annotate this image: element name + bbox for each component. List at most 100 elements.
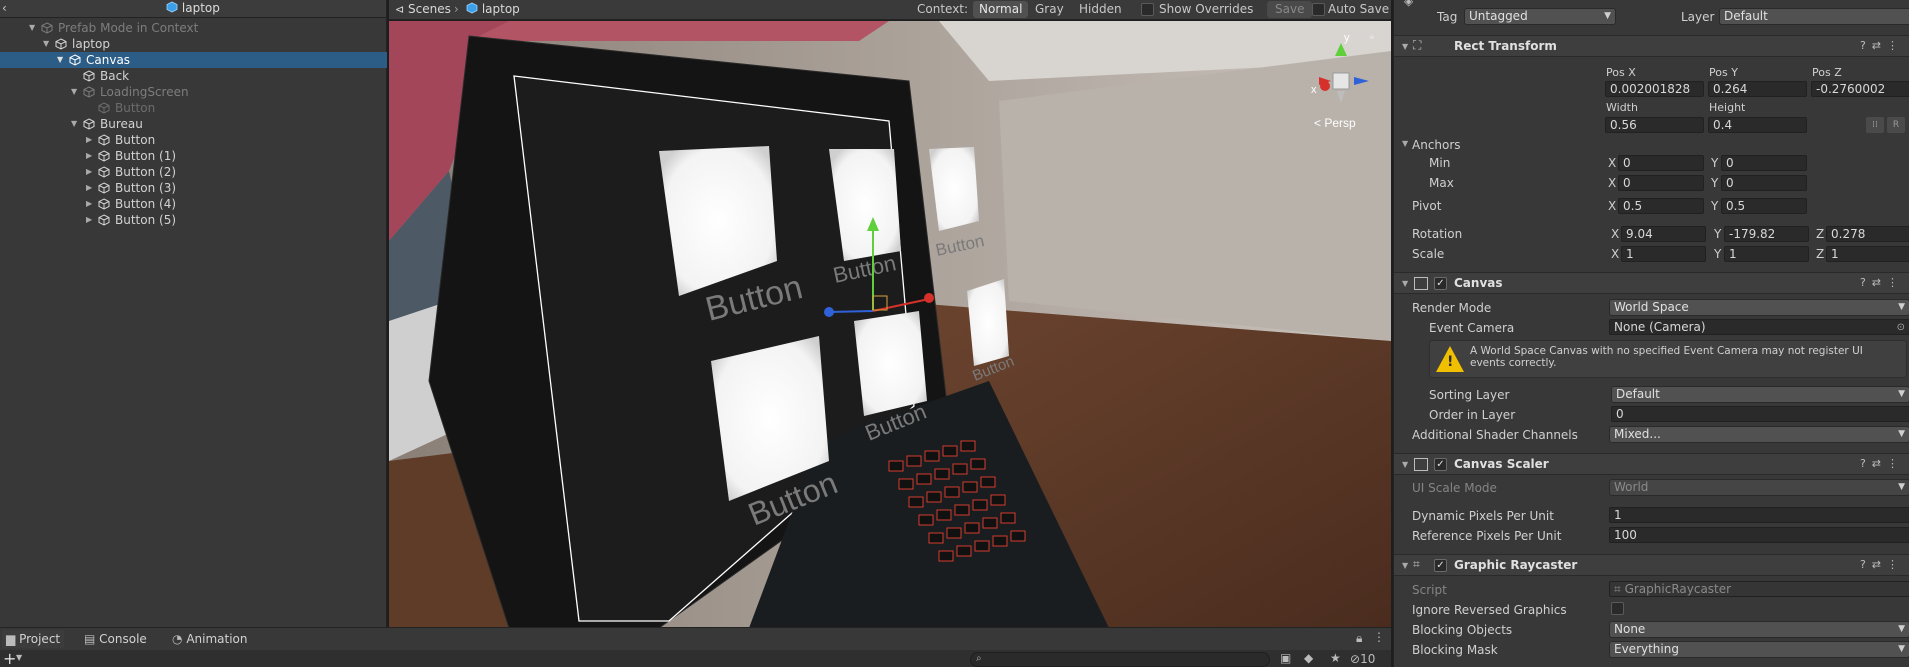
dynamic-pixels-field[interactable]: 1 bbox=[1609, 507, 1909, 523]
foldout-icon[interactable]: ▶ bbox=[86, 180, 92, 196]
ignore-reversed-checkbox[interactable] bbox=[1611, 602, 1624, 615]
reference-pixels-field[interactable]: 100 bbox=[1609, 527, 1909, 543]
tree-item-back[interactable]: Back bbox=[0, 68, 387, 84]
show-overrides-checkbox[interactable] bbox=[1141, 3, 1154, 16]
component-header-icons[interactable]: ?⇄⋮ bbox=[1860, 457, 1904, 470]
more-menu-icon[interactable]: ⋮ bbox=[1373, 630, 1385, 644]
foldout-icon[interactable]: ▼ bbox=[1402, 139, 1408, 148]
context-hidden-button[interactable]: Hidden bbox=[1079, 2, 1122, 16]
save-button[interactable]: Save bbox=[1267, 1, 1313, 18]
tab-animation[interactable]: ◔ Animation bbox=[172, 630, 248, 648]
scale-y-field[interactable]: 1 bbox=[1724, 246, 1809, 262]
favorite-star-icon[interactable]: ★ bbox=[1330, 651, 1341, 665]
tree-item-button-1[interactable]: ▶ Button (1) bbox=[0, 148, 387, 164]
foldout-icon[interactable]: ▼ bbox=[1402, 42, 1408, 51]
filter-label-icon[interactable]: ◆ bbox=[1304, 651, 1313, 665]
pos-z-field[interactable]: -0.2760002 bbox=[1811, 81, 1909, 97]
render-mode-dropdown[interactable]: World Space ▼ bbox=[1609, 299, 1909, 316]
scale-x-field[interactable]: 1 bbox=[1621, 246, 1706, 262]
foldout-icon[interactable]: ▼ bbox=[71, 84, 77, 100]
tree-item-button[interactable]: ▶ Button bbox=[0, 132, 387, 148]
order-in-layer-field[interactable]: 0 bbox=[1611, 406, 1909, 422]
foldout-icon[interactable]: ▼ bbox=[1402, 279, 1408, 288]
width-field[interactable]: 0.56 bbox=[1605, 117, 1704, 133]
tree-item-laptop[interactable]: ▼ laptop bbox=[0, 36, 387, 52]
order-in-layer-label: Order in Layer bbox=[1429, 408, 1516, 422]
rotation-z-field[interactable]: 0.278 bbox=[1826, 226, 1909, 242]
persp-label[interactable]: < Persp bbox=[1314, 116, 1356, 130]
lock-icon[interactable]: 🔒︎ bbox=[1369, 31, 1374, 42]
blocking-mask-dropdown[interactable]: Everything ▼ bbox=[1609, 641, 1909, 658]
auto-save-checkbox[interactable] bbox=[1312, 3, 1325, 16]
canvas-scaler-enabled-checkbox[interactable]: ✓ bbox=[1434, 458, 1447, 471]
graphic-raycaster-enabled-checkbox[interactable]: ✓ bbox=[1434, 559, 1447, 572]
context-normal-button[interactable]: Normal bbox=[973, 1, 1029, 18]
foldout-icon[interactable]: ▶ bbox=[86, 164, 92, 180]
foldout-icon[interactable]: ▶ bbox=[86, 212, 92, 228]
tree-item-bureau[interactable]: ▼ Bureau bbox=[0, 116, 387, 132]
pos-y-field[interactable]: 0.264 bbox=[1708, 81, 1807, 97]
scene-viewport[interactable]: Button Button Button Button Button Butto… bbox=[389, 21, 1391, 628]
foldout-icon[interactable]: ▶ bbox=[86, 148, 92, 164]
rotation-x-field[interactable]: 9.04 bbox=[1621, 226, 1706, 242]
foldout-icon[interactable]: ▼ bbox=[29, 20, 35, 36]
object-picker-icon[interactable]: ⊙ bbox=[1897, 320, 1905, 334]
pivot-x-field[interactable]: 0.5 bbox=[1618, 198, 1704, 214]
event-camera-field[interactable]: None (Camera) ⊙ bbox=[1609, 319, 1909, 335]
filter-type-icon[interactable]: ▣ bbox=[1280, 651, 1291, 665]
foldout-icon[interactable]: ▼ bbox=[1402, 460, 1408, 469]
tree-item-loading-button[interactable]: Button bbox=[0, 100, 387, 116]
pos-x-field[interactable]: 0.002001828 bbox=[1605, 81, 1704, 97]
anchor-min-y-field[interactable]: 0 bbox=[1721, 155, 1807, 171]
breadcrumb-prefab[interactable]: laptop bbox=[466, 2, 520, 16]
tree-item-loadingscreen[interactable]: ▼ LoadingScreen bbox=[0, 84, 387, 100]
height-field[interactable]: 0.4 bbox=[1708, 117, 1807, 133]
gameobject-icon: ◈ bbox=[1404, 0, 1414, 8]
ui-scale-mode-dropdown[interactable]: World ▼ bbox=[1609, 479, 1909, 496]
shader-channels-dropdown[interactable]: Mixed... ▼ bbox=[1609, 426, 1909, 443]
anchor-min-x-field[interactable]: 0 bbox=[1618, 155, 1704, 171]
tree-item-button-5[interactable]: ▶ Button (5) bbox=[0, 212, 387, 228]
component-header-icons[interactable]: ?⇄⋮ bbox=[1860, 39, 1904, 52]
canvas-header[interactable]: ▼ ✓ Canvas ?⇄⋮ bbox=[1394, 272, 1909, 294]
rect-transform-header[interactable]: ▼ ⛶ Rect Transform ?⇄⋮ bbox=[1394, 35, 1909, 57]
breadcrumb-scenes[interactable]: ⊲ Scenes bbox=[395, 2, 451, 16]
tag-dropdown[interactable]: Untagged ▼ bbox=[1464, 8, 1616, 25]
tree-item-canvas[interactable]: ▼ Canvas bbox=[0, 52, 387, 68]
canvas-enabled-checkbox[interactable]: ✓ bbox=[1434, 277, 1447, 290]
tree-item-prefab-mode[interactable]: ▼ Prefab Mode in Context bbox=[0, 20, 387, 36]
layer-dropdown[interactable]: Default bbox=[1719, 8, 1909, 25]
graphic-raycaster-header[interactable]: ▼ ⌗ ✓ Graphic Raycaster ?⇄⋮ bbox=[1394, 554, 1909, 576]
raw-edit-button[interactable]: R bbox=[1887, 117, 1905, 133]
blueprint-mode-button[interactable]: ⁞⁞ bbox=[1866, 117, 1884, 133]
canvas-scaler-header[interactable]: ▼ ✓ Canvas Scaler ?⇄⋮ bbox=[1394, 453, 1909, 475]
component-header-icons[interactable]: ?⇄⋮ bbox=[1860, 558, 1904, 571]
rotation-y-field[interactable]: -179.82 bbox=[1724, 226, 1809, 242]
gameobject-icon bbox=[41, 22, 53, 34]
scale-z-field[interactable]: 1 bbox=[1826, 246, 1909, 262]
chevron-down-icon[interactable]: ▼ bbox=[16, 653, 22, 662]
lock-icon[interactable]: 🔒︎ bbox=[1356, 631, 1362, 646]
tree-item-button-2[interactable]: ▶ Button (2) bbox=[0, 164, 387, 180]
screen-button-6[interactable] bbox=[967, 279, 1009, 366]
anchor-max-y-field[interactable]: 0 bbox=[1721, 175, 1807, 191]
hidden-packages-icon[interactable]: ⊘10 bbox=[1350, 652, 1375, 666]
foldout-icon[interactable]: ▼ bbox=[71, 116, 77, 132]
foldout-icon[interactable]: ▶ bbox=[86, 132, 92, 148]
sorting-layer-dropdown[interactable]: Default ▼ bbox=[1611, 386, 1909, 403]
tree-item-button-4[interactable]: ▶ Button (4) bbox=[0, 196, 387, 212]
blocking-objects-dropdown[interactable]: None ▼ bbox=[1609, 621, 1909, 638]
add-button[interactable]: + bbox=[3, 649, 16, 667]
foldout-icon[interactable]: ▼ bbox=[57, 52, 63, 68]
foldout-icon[interactable]: ▼ bbox=[1402, 561, 1408, 570]
foldout-icon[interactable]: ▶ bbox=[86, 196, 92, 212]
anchor-max-x-field[interactable]: 0 bbox=[1618, 175, 1704, 191]
search-input[interactable]: ⌕ bbox=[970, 652, 1270, 667]
pivot-y-field[interactable]: 0.5 bbox=[1721, 198, 1807, 214]
tab-project[interactable]: ▆ Project bbox=[2, 630, 65, 648]
tab-console[interactable]: ▤ Console bbox=[84, 630, 147, 648]
context-gray-button[interactable]: Gray bbox=[1035, 2, 1064, 16]
foldout-icon[interactable]: ▼ bbox=[43, 36, 49, 52]
component-header-icons[interactable]: ?⇄⋮ bbox=[1860, 276, 1904, 289]
tree-item-button-3[interactable]: ▶ Button (3) bbox=[0, 180, 387, 196]
